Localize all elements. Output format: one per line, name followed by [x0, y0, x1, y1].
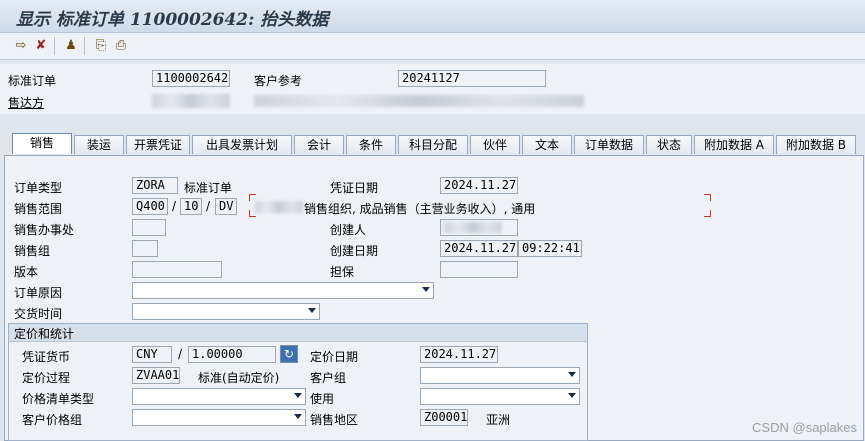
focus-corner [249, 194, 256, 201]
sales-office-field[interactable] [132, 219, 166, 236]
order-type-text: 标准订单 [184, 181, 233, 195]
sales-org-name-redacted [255, 201, 303, 213]
document-date-field[interactable]: 2024.11.27 [440, 177, 518, 194]
print-preview-icon[interactable]: ⎙ [112, 37, 130, 55]
customer-group-dropdown[interactable] [420, 367, 580, 384]
group-title: 定价和统计 [14, 327, 75, 341]
header-area: 标准订单 1100002642 客户参考 20241127 售达方 [0, 64, 865, 114]
tab-11[interactable]: 附加数据 A [694, 135, 774, 154]
tab-10[interactable]: 状态 [646, 135, 692, 154]
refresh-rate-icon[interactable]: ↻ [280, 345, 298, 363]
created-on-date-field[interactable]: 2024.11.27 [440, 240, 518, 257]
order-type-label: 订单类型 [14, 181, 63, 195]
tab-5[interactable]: 条件 [346, 135, 396, 154]
usage-dropdown[interactable] [420, 388, 580, 405]
document-currency-label: 凭证货币 [22, 350, 71, 364]
title-bar: 显示 标准订单 1100002642: 抬头数据 [0, 0, 865, 33]
focus-corner [704, 194, 711, 201]
status-overview-icon[interactable]: ✘ [32, 37, 50, 55]
customer-group-label: 客户组 [310, 371, 347, 385]
chevron-down-icon [568, 372, 576, 377]
sold-to-address-redacted [254, 95, 584, 107]
tab-6[interactable]: 科目分配 [398, 135, 468, 154]
slash-separator: / [206, 199, 211, 213]
guarantee-field[interactable] [440, 261, 518, 278]
exchange-rate-field[interactable]: 1.00000 [188, 346, 276, 363]
customer-reference-field[interactable]: 20241127 [398, 70, 546, 87]
chevron-down-icon [308, 308, 316, 313]
version-field[interactable] [132, 261, 222, 278]
document-date-label: 凭证日期 [330, 181, 379, 195]
delivery-time-dropdown[interactable] [132, 303, 320, 320]
sales-group-field[interactable] [132, 240, 158, 257]
sales-district-text: 亚洲 [486, 413, 511, 427]
order-reason-dropdown[interactable] [132, 282, 434, 299]
slash-separator: / [178, 347, 183, 361]
sales-district-label: 销售地区 [310, 413, 359, 427]
order-reason-label: 订单原因 [14, 286, 63, 300]
tab-2[interactable]: 开票凭证 [126, 135, 190, 154]
focus-corner [704, 210, 711, 217]
chevron-down-icon [422, 287, 430, 292]
customer-price-group-label: 客户价格组 [22, 413, 83, 427]
watermark: CSDN @saplakes [752, 420, 857, 435]
distribution-channel-field[interactable]: 10 [180, 198, 202, 215]
tab-3[interactable]: 出具发票计划 [192, 135, 292, 154]
pricing-procedure-text: 标准(自动定价) [198, 371, 280, 385]
order-label: 标准订单 [8, 74, 57, 88]
price-list-type-dropdown[interactable] [132, 388, 306, 405]
order-number-field[interactable]: 1100002642 [152, 70, 230, 87]
output-icon[interactable]: ⎘ [92, 37, 110, 55]
tab-0[interactable]: 销售 [12, 133, 72, 154]
application-toolbar: ⇨ ✘ ♟ ⎘ ⎙ [0, 33, 865, 60]
sales-area-label: 销售范围 [14, 202, 63, 216]
created-by-label: 创建人 [330, 223, 367, 237]
tab-7[interactable]: 伙伴 [470, 135, 520, 154]
sales-group-label: 销售组 [14, 244, 51, 258]
customer-reference-label: 客户参考 [254, 74, 303, 88]
toolbar-separator [84, 37, 85, 55]
order-type-field[interactable]: ZORA [132, 177, 178, 194]
tab-12[interactable]: 附加数据 B [776, 135, 856, 154]
display-doc-icon[interactable]: ♟ [62, 37, 80, 55]
created-by-redacted [444, 222, 502, 233]
version-label: 版本 [14, 265, 39, 279]
price-list-type-label: 价格清单类型 [22, 392, 95, 406]
sales-area-text: 销售组织, 成品销售（主营业务收入）, 通用 [304, 202, 536, 216]
sales-org-field[interactable]: Q400 [132, 198, 168, 215]
created-on-label: 创建日期 [330, 244, 379, 258]
tab-4[interactable]: 会计 [294, 135, 344, 154]
focus-corner [249, 210, 256, 217]
document-flow-icon[interactable]: ⇨ [12, 37, 30, 55]
window-title: 显示 标准订单 1100002642: 抬头数据 [16, 10, 329, 30]
delivery-time-label: 交货时间 [14, 307, 63, 321]
group-header [9, 324, 587, 342]
chevron-down-icon [294, 393, 302, 398]
chevron-down-icon [568, 393, 576, 398]
division-field[interactable]: DV [215, 198, 237, 215]
usage-label: 使用 [310, 392, 335, 406]
sold-to-party-redacted [152, 94, 230, 108]
sales-office-label: 销售办事处 [14, 223, 75, 237]
pricing-date-label: 定价日期 [310, 350, 359, 364]
toolbar-separator [54, 37, 55, 55]
guarantee-label: 担保 [330, 265, 355, 279]
pricing-procedure-label: 定价过程 [22, 371, 71, 385]
customer-price-group-dropdown[interactable] [132, 409, 306, 426]
chevron-down-icon [294, 414, 302, 419]
slash-separator: / [172, 199, 177, 213]
currency-field[interactable]: CNY [132, 346, 172, 363]
sales-district-field[interactable]: Z00001 [420, 409, 468, 426]
pricing-date-field[interactable]: 2024.11.27 [420, 346, 498, 363]
tab-9[interactable]: 订单数据 [574, 135, 644, 154]
sold-to-label[interactable]: 售达方 [8, 94, 44, 111]
tab-8[interactable]: 文本 [522, 135, 572, 154]
pricing-procedure-field[interactable]: ZVAA01 [132, 367, 180, 384]
tab-1[interactable]: 装运 [74, 135, 124, 154]
created-on-time-field[interactable]: 09:22:41 [518, 240, 582, 257]
